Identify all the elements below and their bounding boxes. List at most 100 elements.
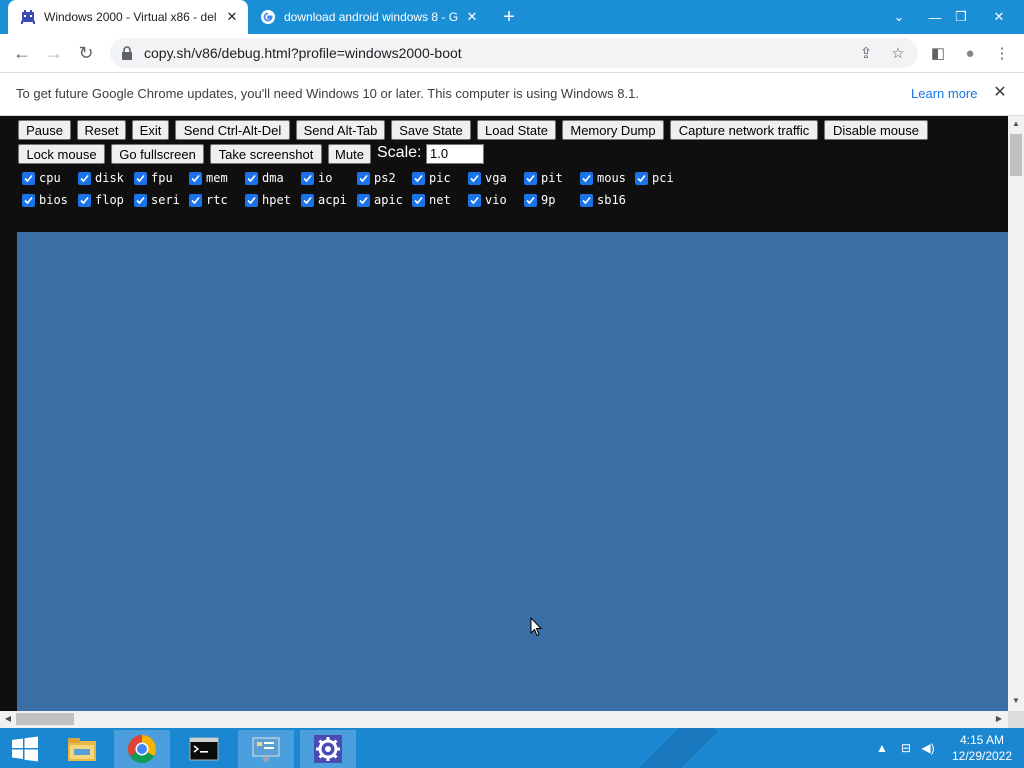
send-alt-tab-button[interactable]: Send Alt-Tab xyxy=(296,120,385,140)
reset-button[interactable]: Reset xyxy=(77,120,126,140)
side-panel-icon[interactable]: ◧ xyxy=(928,43,948,63)
browser-toolbar: ← → ↻ copy.sh/v86/debug.html?profile=win… xyxy=(0,34,1024,72)
forward-button[interactable]: → xyxy=(40,39,68,67)
exit-button[interactable]: Exit xyxy=(132,120,169,140)
memory-dump-button[interactable]: Memory Dump xyxy=(562,120,664,140)
command-prompt-taskbar-button[interactable] xyxy=(176,730,232,768)
debug-checkbox-acpi[interactable]: acpi xyxy=(301,192,347,208)
debug-checkbox-pic[interactable]: pic xyxy=(412,170,451,186)
disable-mouse-button[interactable]: Disable mouse xyxy=(824,120,928,140)
tab-close-icon[interactable]: ✕ xyxy=(464,9,480,25)
load-state-button[interactable]: Load State xyxy=(477,120,556,140)
share-icon[interactable]: ⇪ xyxy=(856,43,876,63)
bookmark-star-icon[interactable]: ☆ xyxy=(888,43,908,63)
folder-icon xyxy=(68,738,96,761)
tab-search-button[interactable]: ⌄ xyxy=(882,0,916,34)
debug-label: mous xyxy=(597,171,626,185)
debug-checkbox-fpu[interactable]: fpu xyxy=(134,170,173,186)
mute-button[interactable]: Mute xyxy=(328,144,371,164)
debug-checkbox-apic[interactable]: apic xyxy=(357,192,403,208)
scale-input[interactable]: 1.0 xyxy=(426,144,484,164)
tab-close-icon[interactable]: ✕ xyxy=(224,9,240,25)
chrome-taskbar-button[interactable] xyxy=(114,730,170,768)
debug-label: disk xyxy=(95,171,124,185)
file-explorer-taskbar-button[interactable] xyxy=(54,730,110,768)
debug-label: vga xyxy=(485,171,507,185)
debug-checkbox-dma[interactable]: dma xyxy=(245,170,284,186)
checkmark-icon xyxy=(468,171,481,185)
checkmark-icon xyxy=(468,193,481,207)
debug-checkbox-disk[interactable]: disk xyxy=(78,170,124,186)
debug-checkbox-bios[interactable]: bios xyxy=(22,192,68,208)
debug-checkbox-sb16[interactable]: sb16 xyxy=(580,192,626,208)
pause-button[interactable]: Pause xyxy=(18,120,71,140)
profile-icon[interactable]: ● xyxy=(960,43,980,63)
debug-checkbox-pit[interactable]: pit xyxy=(524,170,563,186)
address-bar[interactable]: copy.sh/v86/debug.html?profile=windows20… xyxy=(110,38,918,68)
infobar-close-icon[interactable]: ✕ xyxy=(990,83,1010,103)
send-ctrl-alt-del-button[interactable]: Send Ctrl-Alt-Del xyxy=(175,120,290,140)
vertical-scrollbar[interactable]: ▲ ▼ xyxy=(1008,116,1024,711)
debug-checkbox-mem[interactable]: mem xyxy=(189,170,228,186)
horizontal-scroll-thumb[interactable] xyxy=(16,713,74,725)
emulator-screen[interactable] xyxy=(17,232,1008,711)
tab-windows2000[interactable]: Windows 2000 - Virtual x86 - del ✕ xyxy=(8,0,248,34)
show-hidden-icons-chevron-icon[interactable]: ▲ xyxy=(874,740,890,756)
debug-checkbox-pci[interactable]: pci xyxy=(635,170,674,186)
checkmark-icon xyxy=(245,193,258,207)
reload-button[interactable]: ↻ xyxy=(72,39,100,67)
gear-icon xyxy=(314,735,342,763)
debug-checkbox-flop[interactable]: flop xyxy=(78,192,124,208)
scroll-up-icon[interactable]: ▲ xyxy=(1009,117,1023,131)
debug-checkbox-seri[interactable]: seri xyxy=(134,192,180,208)
back-button[interactable]: ← xyxy=(8,39,36,67)
debug-checkbox-hpet[interactable]: hpet xyxy=(245,192,291,208)
checkmark-icon xyxy=(357,171,370,185)
debug-checkbox-io[interactable]: io xyxy=(301,170,332,186)
network-icon[interactable]: ⊟ xyxy=(898,740,914,756)
volume-icon[interactable]: ◀) xyxy=(920,740,936,756)
scroll-right-icon[interactable]: ▶ xyxy=(992,712,1006,726)
debug-checkbox-vga[interactable]: vga xyxy=(468,170,507,186)
learn-more-link[interactable]: Learn more xyxy=(911,86,977,101)
debug-checkbox-rtc[interactable]: rtc xyxy=(189,192,228,208)
debug-checkbox-9p[interactable]: 9p xyxy=(524,192,555,208)
checkmark-icon xyxy=(301,193,314,207)
horizontal-scrollbar[interactable]: ◀ ▶ xyxy=(0,711,1008,728)
lock-mouse-button[interactable]: Lock mouse xyxy=(18,144,105,164)
terminal-icon xyxy=(189,737,219,761)
go-fullscreen-button[interactable]: Go fullscreen xyxy=(111,144,204,164)
take-screenshot-button[interactable]: Take screenshot xyxy=(210,144,322,164)
tab-strip: Windows 2000 - Virtual x86 - del ✕ downl… xyxy=(0,0,1024,34)
taskbar: ▲ ⊟ ◀) 4:15 AM 12/29/2022 xyxy=(0,728,1024,768)
debug-checkbox-vio[interactable]: vio xyxy=(468,192,507,208)
control-panel-icon xyxy=(252,737,280,762)
v86-favicon-icon xyxy=(21,10,35,24)
checkmark-icon xyxy=(412,171,425,185)
debug-checkbox-cpu[interactable]: cpu xyxy=(22,170,61,186)
debug-checkbox-net[interactable]: net xyxy=(412,192,451,208)
scroll-down-icon[interactable]: ▼ xyxy=(1009,694,1023,708)
debug-label: 9p xyxy=(541,193,556,207)
debug-label: ps2 xyxy=(374,171,396,185)
start-button[interactable] xyxy=(0,730,50,768)
checkmark-icon xyxy=(134,171,147,185)
google-favicon-icon xyxy=(261,10,275,24)
control-panel-taskbar-button[interactable] xyxy=(238,730,294,768)
settings-taskbar-button[interactable] xyxy=(300,730,356,768)
debug-label: vio xyxy=(485,193,507,207)
close-window-button[interactable]: ✕ xyxy=(982,0,1016,34)
scroll-left-icon[interactable]: ◀ xyxy=(1,712,15,726)
menu-icon[interactable]: ⋮ xyxy=(992,43,1012,63)
debug-checkbox-ps2[interactable]: ps2 xyxy=(357,170,396,186)
debug-label: bios xyxy=(39,193,68,207)
restore-button[interactable]: ❐ xyxy=(944,0,978,34)
system-clock[interactable]: 4:15 AM 12/29/2022 xyxy=(944,732,1020,764)
capture-network-traffic-button[interactable]: Capture network traffic xyxy=(670,120,818,140)
vertical-scroll-thumb[interactable] xyxy=(1010,134,1022,176)
debug-label: hpet xyxy=(262,193,291,207)
new-tab-button[interactable]: + xyxy=(498,6,520,28)
tab-google-search[interactable]: download android windows 8 - G ✕ xyxy=(248,0,488,34)
debug-checkbox-mous[interactable]: mous xyxy=(580,170,626,186)
save-state-button[interactable]: Save State xyxy=(391,120,471,140)
